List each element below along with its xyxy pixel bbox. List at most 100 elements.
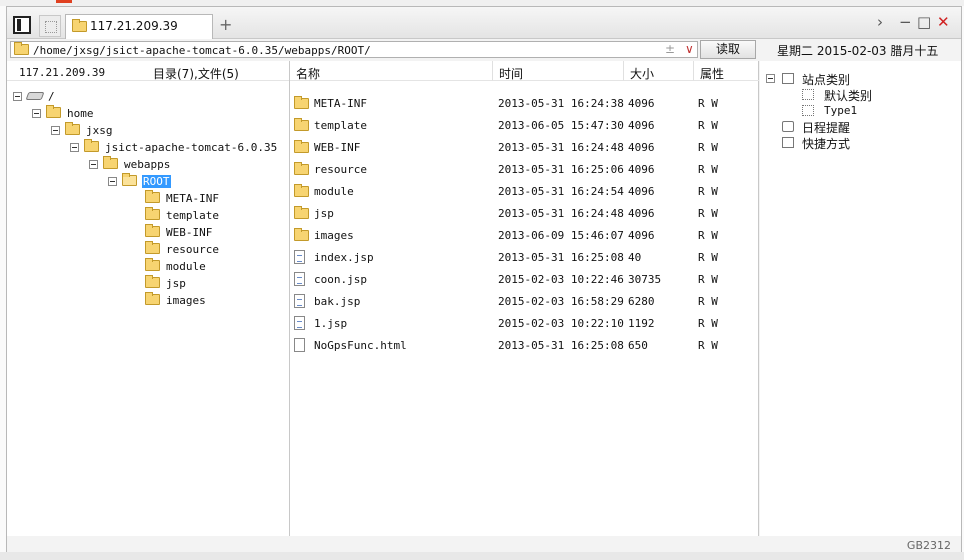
folder-icon xyxy=(294,206,309,219)
file-name: META-INF xyxy=(314,97,367,110)
file-name: images xyxy=(314,229,354,242)
file-time: 2013-06-09 15:46:07 xyxy=(498,229,624,242)
file-icon xyxy=(294,294,305,308)
file-row[interactable]: coon.jsp 2015-02-03 10:22:46 30735 R W xyxy=(290,268,759,290)
layout-toggle-icon[interactable] xyxy=(13,16,31,34)
file-name: module xyxy=(314,185,354,198)
read-button[interactable]: 读取 xyxy=(700,40,756,59)
chevron-right-icon[interactable]: › xyxy=(877,13,883,31)
folder-icon xyxy=(294,162,309,175)
column-header-time[interactable]: 时间 xyxy=(493,61,624,81)
collapse-icon[interactable] xyxy=(766,74,775,83)
encoding-label: GB2312 xyxy=(906,539,951,552)
tab-active[interactable]: 117.21.209.39 xyxy=(65,14,213,39)
file-name: template xyxy=(314,119,367,132)
file-name: jsp xyxy=(314,207,334,220)
file-icon xyxy=(294,316,305,330)
shortcuts-label: 快捷方式 xyxy=(802,137,851,151)
schedule-label: 日程提醒 xyxy=(802,121,851,135)
close-button[interactable]: ✕ xyxy=(937,13,950,31)
file-time: 2015-02-03 10:22:10 xyxy=(498,317,624,330)
site-panel: 站点类别 默认类别 Type1 日程提醒 快捷方式 xyxy=(760,61,961,536)
file-time: 2013-06-05 15:47:30 xyxy=(498,119,624,132)
maximize-button[interactable]: □ xyxy=(917,13,931,31)
title-bar: 117.21.209.39 + › − □ ✕ xyxy=(7,7,961,39)
tree-node-label: template xyxy=(166,209,219,222)
tree-node-label: WEB-INF xyxy=(166,226,213,239)
column-header-attr[interactable]: 属性 xyxy=(694,61,759,81)
file-row[interactable]: META-INF 2013-05-31 16:24:38 4096 R W xyxy=(290,92,759,114)
column-header-size[interactable]: 大小 xyxy=(624,61,694,81)
host-label: 117.21.209.39 xyxy=(19,66,106,79)
file-attr: R W xyxy=(698,141,718,154)
tree-node-label: home xyxy=(67,107,94,120)
site-category-label: 站点类别 xyxy=(802,73,851,87)
collapse-icon[interactable] xyxy=(89,160,98,169)
tree-node-label: jsp xyxy=(166,277,186,290)
folder-icon xyxy=(294,118,309,131)
file-time: 2013-05-31 16:25:08 xyxy=(498,251,624,264)
folder-icon xyxy=(145,292,160,305)
file-size: 30735 xyxy=(628,273,662,286)
file-row[interactable]: NoGpsFunc.html 2013-05-31 16:25:08 650 R W xyxy=(290,334,759,356)
file-size: 4096 xyxy=(628,141,655,154)
file-icon xyxy=(294,272,305,286)
collapse-icon[interactable] xyxy=(32,109,41,118)
tree-node-label: jxsg xyxy=(86,124,113,137)
plus-minus-icon[interactable]: ± xyxy=(665,42,675,56)
directory-tree-pane: 117.21.209.39 目录(7),文件(5) / home jxsg jsict… xyxy=(7,61,290,536)
file-time: 2015-02-03 10:22:46 xyxy=(498,273,624,286)
file-size: 650 xyxy=(628,339,648,352)
collapse-icon[interactable] xyxy=(51,126,60,135)
file-name: NoGpsFunc.html xyxy=(314,339,407,352)
file-row[interactable]: WEB-INF 2013-05-31 16:24:48 4096 R W xyxy=(290,136,759,158)
folder-icon xyxy=(145,241,160,254)
file-row[interactable]: bak.jsp 2015-02-03 16:58:29 6280 R W xyxy=(290,290,759,312)
collapse-icon[interactable] xyxy=(70,143,79,152)
path-input[interactable]: /home/jxsg/jsict-apache-tomcat-6.0.35/we… xyxy=(10,41,698,58)
folder-icon xyxy=(65,122,80,135)
file-size: 1192 xyxy=(628,317,655,330)
folder-icon xyxy=(294,96,309,109)
folder-icon xyxy=(103,156,118,169)
file-name: index.jsp xyxy=(314,251,374,264)
dir-file-count: 目录(7),文件(5) xyxy=(153,67,239,81)
minimize-button[interactable]: − xyxy=(899,13,912,31)
file-row[interactable]: images 2013-06-09 15:46:07 4096 R W xyxy=(290,224,759,246)
file-attr: R W xyxy=(698,295,718,308)
file-name: coon.jsp xyxy=(314,273,367,286)
file-row[interactable]: index.jsp 2013-05-31 16:25:08 40 R W xyxy=(290,246,759,268)
file-time: 2013-05-31 16:24:54 xyxy=(498,185,624,198)
tree-node-label: images xyxy=(166,294,206,307)
app-window: 117.21.209.39 + › − □ ✕ /home/jxsg/jsict… xyxy=(6,6,962,556)
collapse-icon[interactable] xyxy=(108,177,117,186)
file-row[interactable]: 1.jsp 2015-02-03 10:22:10 1192 R W xyxy=(290,312,759,334)
file-size: 4096 xyxy=(628,185,655,198)
file-size: 40 xyxy=(628,251,642,264)
column-header-name[interactable]: 名称 xyxy=(290,61,493,81)
file-attr: R W xyxy=(698,251,718,264)
folder-icon xyxy=(294,140,309,153)
file-row[interactable]: resource 2013-05-31 16:25:06 4096 R W xyxy=(290,158,759,180)
file-row[interactable]: module 2013-05-31 16:24:54 4096 R W xyxy=(290,180,759,202)
folder-icon xyxy=(46,105,61,118)
tree-node-label: webapps xyxy=(124,158,171,171)
shortcut-icon xyxy=(782,137,794,148)
file-row[interactable]: jsp 2013-05-31 16:24:48 4096 R W xyxy=(290,202,759,224)
chevron-down-icon[interactable]: ∨ xyxy=(685,42,694,56)
file-size: 4096 xyxy=(628,207,655,220)
tree-node-label: ROOT xyxy=(142,175,171,188)
folder-icon xyxy=(72,19,87,32)
blank-tab-icon[interactable] xyxy=(39,15,61,37)
category-icon xyxy=(782,73,794,84)
category-icon xyxy=(802,105,814,116)
tree-node-label: / xyxy=(48,90,55,103)
file-row[interactable]: template 2013-06-05 15:47:30 4096 R W xyxy=(290,114,759,136)
file-attr: R W xyxy=(698,317,718,330)
file-attr: R W xyxy=(698,339,718,352)
new-tab-button[interactable]: + xyxy=(219,15,232,34)
file-name: bak.jsp xyxy=(314,295,361,308)
default-category-label: 默认类别 xyxy=(824,89,873,103)
collapse-icon[interactable] xyxy=(13,92,22,101)
file-icon xyxy=(294,250,305,264)
